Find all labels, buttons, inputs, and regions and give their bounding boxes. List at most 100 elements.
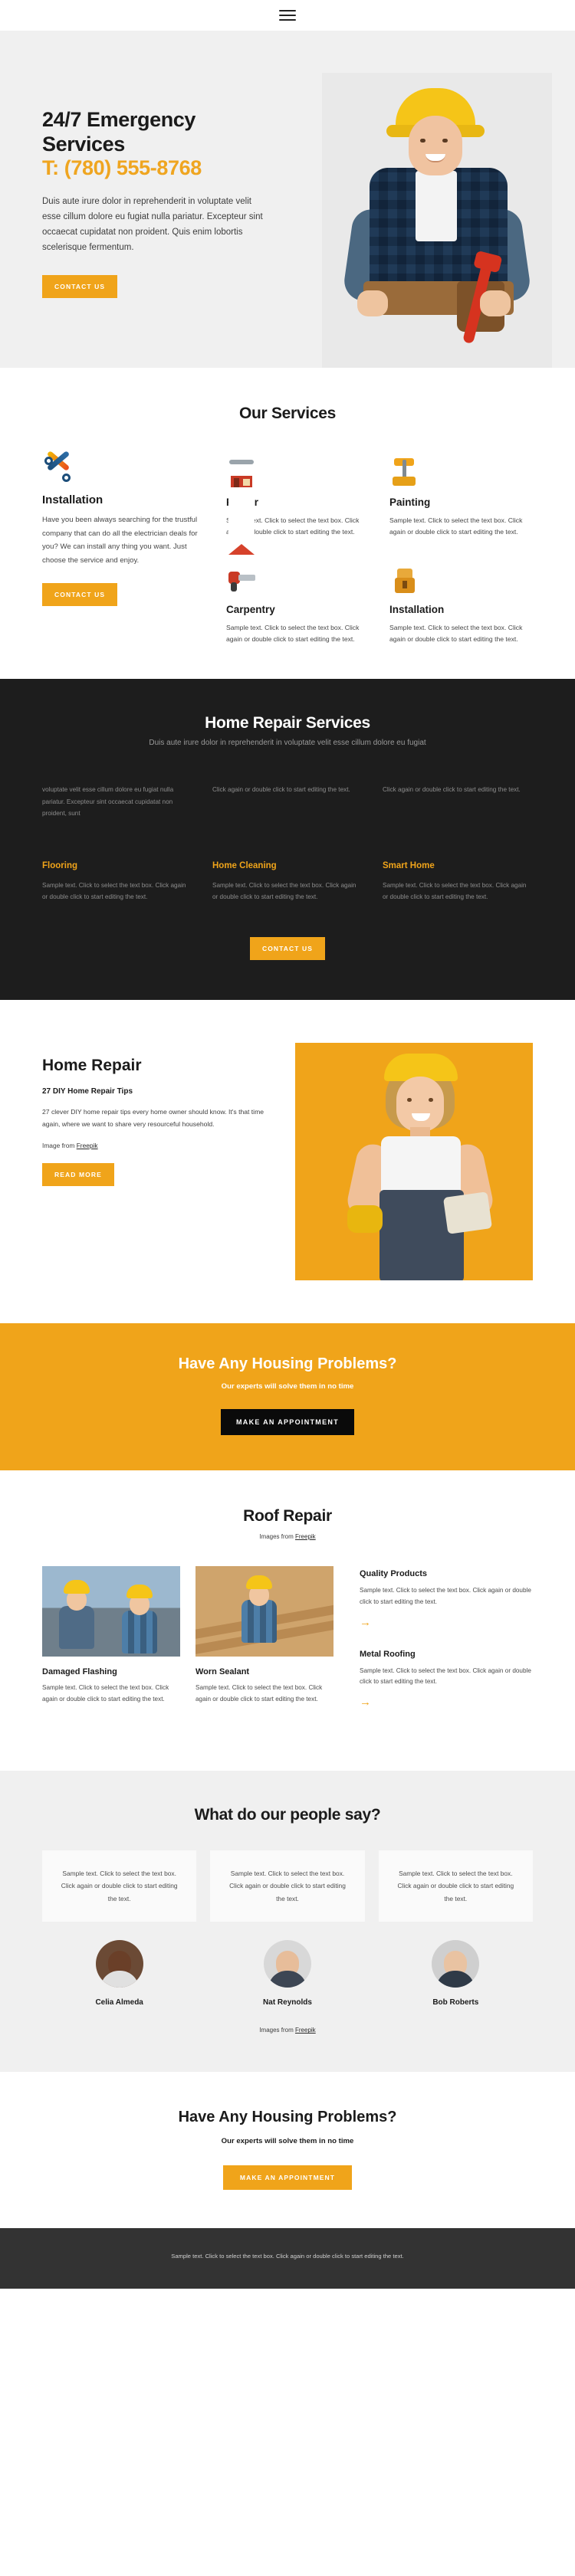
- roof-credit-link[interactable]: Freepik: [295, 1533, 316, 1540]
- avatar-body: [100, 1971, 139, 1988]
- home-repair-services-section: Home Repair Services Duis aute irure dol…: [0, 679, 575, 1001]
- woman-face: [396, 1077, 444, 1132]
- testimonial-name: Nat Reynolds: [263, 1998, 312, 2007]
- dark-feature-column: Flooring Sample text. Click to select th…: [42, 861, 192, 903]
- repair-paragraph: 27 clever DIY home repair tips every hom…: [42, 1108, 264, 1128]
- woman-glove: [347, 1205, 383, 1234]
- dark-contact-us-button[interactable]: CONTACT US: [249, 937, 326, 961]
- dark-feature-column: Smart Home Sample text. Click to select …: [383, 861, 533, 903]
- roof-card-title: Worn Sealant: [196, 1667, 250, 1677]
- hand-saw-icon: [226, 564, 370, 595]
- service-card-paragraph: Sample text. Click to select the text bo…: [389, 624, 523, 644]
- services-wrap: Our Services Installation Have you been …: [42, 405, 533, 645]
- door-shape: [234, 478, 239, 487]
- dark-wrap: Home Repair Services Duis aute irure dol…: [42, 714, 533, 961]
- top-navigation-bar: [0, 0, 575, 31]
- bottom-make-an-appointment-button[interactable]: MAKE AN APPOINTMENT: [222, 2165, 353, 2191]
- dark-column-title: Home Cleaning: [212, 860, 277, 870]
- service-card-paragraph: Sample text. Click to select the text bo…: [226, 624, 360, 644]
- woman-illustration: [295, 1043, 533, 1281]
- hero-phone-number[interactable]: T: (780) 555-8768: [42, 156, 269, 181]
- toolbox-icon: [389, 564, 533, 595]
- toolbox-latch-shape: [402, 581, 407, 589]
- service-feature-card: Installation Have you been always search…: [42, 450, 209, 645]
- footer-wrap: Sample text. Click to select the text bo…: [42, 2251, 533, 2262]
- arrow-right-icon[interactable]: →: [360, 1617, 371, 1628]
- dark-column-paragraph: Sample text. Click to select the text bo…: [212, 881, 356, 901]
- our-services-section: Our Services Installation Have you been …: [0, 368, 575, 680]
- testimonial-person: Celia Almeda: [42, 1940, 196, 2007]
- testimonials-title: What do our people say?: [194, 1806, 381, 1824]
- repair-read-more-button[interactable]: READ MORE: [42, 1162, 114, 1186]
- testimonial-card: Sample text. Click to select the text bo…: [378, 1850, 533, 1922]
- repair-title: Home Repair: [42, 1057, 142, 1075]
- crossed-tools-icon: [42, 450, 209, 484]
- services-contact-us-button[interactable]: CONTACT US: [42, 582, 118, 606]
- roof-side-item: Metal Roofing Sample text. Click to sele…: [360, 1650, 533, 1710]
- service-feature-cta-wrap: CONTACT US: [42, 582, 209, 606]
- testimonials-credit-prefix: Images from: [259, 2027, 295, 2034]
- testimonial-name: Bob Roberts: [432, 1998, 479, 2007]
- dark-column-paragraph: Sample text. Click to select the text bo…: [383, 881, 527, 901]
- woman-eye: [429, 1098, 433, 1103]
- roof-card-image: [196, 1566, 334, 1657]
- hamburger-menu-icon[interactable]: [279, 10, 296, 21]
- arrow-right-icon[interactable]: →: [360, 1696, 371, 1708]
- repair-credit-link[interactable]: Freepik: [77, 1142, 98, 1149]
- testimonial-quote: Sample text. Click to select the text bo…: [61, 1870, 178, 1903]
- hero-cta-wrap: CONTACT US: [42, 275, 269, 299]
- dark-top-paragraph: voluptate velit esse cillum dolore eu fu…: [42, 786, 174, 818]
- testimonial-person: Nat Reynolds: [210, 1940, 364, 2007]
- dark-column-paragraph: Sample text. Click to select the text bo…: [42, 881, 186, 901]
- testimonials-grid: Sample text. Click to select the text bo…: [42, 1850, 533, 1922]
- make-an-appointment-button[interactable]: MAKE AN APPOINTMENT: [220, 1409, 355, 1436]
- service-cards-grid: Repair Sample text. Click to select the …: [226, 454, 533, 645]
- roof-card-paragraph: Sample text. Click to select the text bo…: [42, 1684, 169, 1703]
- bottom-cta-section: Have Any Housing Problems? Our experts w…: [0, 2072, 575, 2229]
- worker-hand: [357, 290, 388, 317]
- hero-title: 24/7 Emergency Services: [42, 107, 196, 156]
- amber-cta-subtitle: Our experts will solve them in no time: [221, 1382, 354, 1391]
- roof-card-image: [42, 1566, 180, 1657]
- roof-side-paragraph: Sample text. Click to select the text bo…: [360, 1587, 531, 1605]
- dark-feature-columns: Flooring Sample text. Click to select th…: [42, 861, 533, 903]
- footer-text: Sample text. Click to select the text bo…: [171, 2253, 404, 2260]
- dark-column-title: Flooring: [42, 860, 77, 870]
- service-card-title: Carpentry: [226, 604, 275, 616]
- amber-wrap: Have Any Housing Problems? Our experts w…: [42, 1355, 533, 1436]
- service-card: Installation Sample text. Click to selec…: [389, 564, 533, 645]
- service-card-title: Painting: [389, 497, 431, 508]
- paint-roller-icon: [389, 457, 533, 487]
- service-feature-title: Installation: [42, 493, 104, 506]
- roof-side-item: Quality Products Sample text. Click to s…: [360, 1569, 533, 1630]
- service-card-paragraph: Sample text. Click to select the text bo…: [389, 516, 523, 536]
- roller-rod-shape: [402, 460, 406, 478]
- testimonials-credit-link[interactable]: Freepik: [295, 2027, 316, 2034]
- avatar-body: [268, 1971, 307, 1988]
- worker-illustration: [322, 73, 552, 368]
- hero-contact-us-button[interactable]: CONTACT US: [42, 275, 118, 299]
- bottom-cta-wrap: Have Any Housing Problems? Our experts w…: [42, 2109, 533, 2191]
- burger-line: [279, 19, 296, 21]
- roof-side-paragraph: Sample text. Click to select the text bo…: [360, 1667, 531, 1686]
- burger-line: [279, 15, 296, 16]
- service-feature-paragraph: Have you been always searching for the t…: [42, 516, 198, 565]
- dark-column-title: Smart Home: [383, 860, 435, 870]
- home-repair-article-section: Home Repair 27 DIY Home Repair Tips 27 c…: [0, 1000, 575, 1324]
- roof-repair-section: Roof Repair Images from Freepik Damaged …: [0, 1470, 575, 1771]
- bottom-cta-subtitle: Our experts will solve them in no time: [221, 2137, 354, 2146]
- avatar-body: [436, 1971, 475, 1988]
- hero-worker-image: [322, 73, 552, 368]
- amber-cta-section: Have Any Housing Problems? Our experts w…: [0, 1323, 575, 1471]
- roof-image-credit: Images from Freepik: [42, 1533, 533, 1540]
- roof-wrap: Roof Repair Images from Freepik Damaged …: [42, 1507, 533, 1729]
- dark-section-title: Home Repair Services: [205, 714, 370, 732]
- repair-image-credit: Image from Freepik: [42, 1142, 272, 1149]
- roof-side-list: Quality Products Sample text. Click to s…: [349, 1566, 533, 1729]
- page-root: 24/7 Emergency Services T: (780) 555-876…: [0, 0, 575, 2289]
- testimonial-card: Sample text. Click to select the text bo…: [210, 1850, 365, 1922]
- house-wrench-icon: [226, 457, 370, 555]
- figure-helmet: [64, 1580, 90, 1594]
- repair-cta-wrap: READ MORE: [42, 1162, 272, 1186]
- dark-feature-column: Home Cleaning Sample text. Click to sele…: [212, 861, 363, 903]
